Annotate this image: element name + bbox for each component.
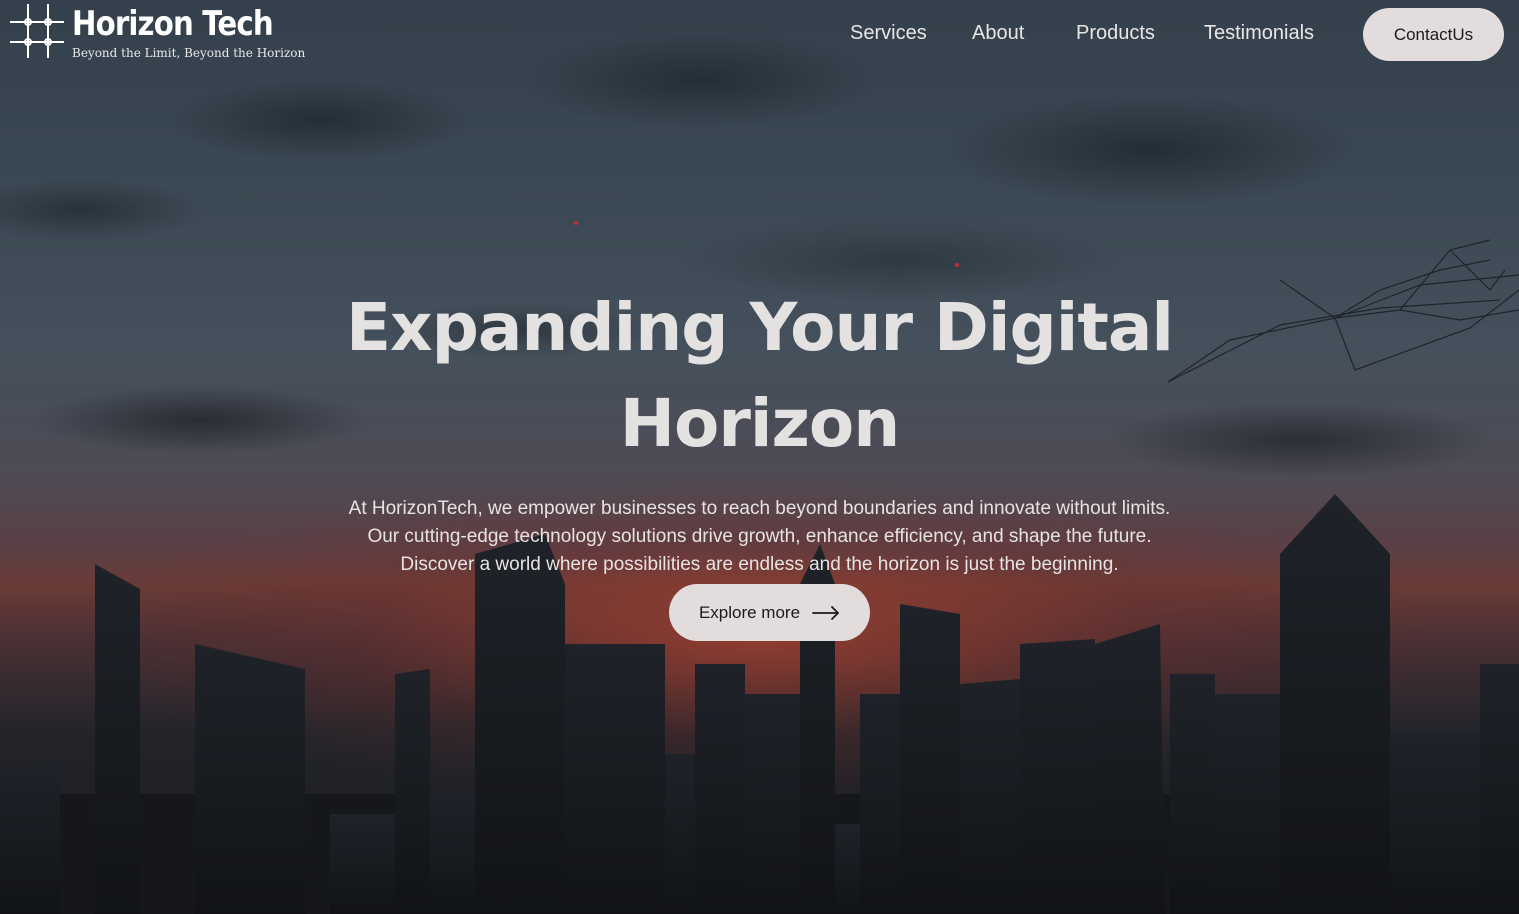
brand-name: Horizon Tech xyxy=(72,4,274,44)
hero-description: At HorizonTech, we empower businesses to… xyxy=(0,495,1519,579)
nav-link-products[interactable]: Products xyxy=(1076,20,1155,46)
navbar: Horizon Tech Beyond the Limit, Beyond th… xyxy=(0,0,1519,70)
hero-title-line-2: Horizon xyxy=(619,385,901,462)
explore-more-label: Explore more xyxy=(698,602,801,622)
contact-us-button[interactable]: ContactUs xyxy=(1363,8,1504,61)
brand-logo[interactable]: Horizon Tech Beyond the Limit, Beyond th… xyxy=(10,4,306,60)
arrow-right-icon xyxy=(812,605,839,620)
hero-description-line-2: Our cutting-edge technology solutions dr… xyxy=(367,526,1152,547)
brand-text: Horizon Tech Beyond the Limit, Beyond th… xyxy=(72,4,306,60)
hero-description-line-3: Discover a world where possibilities are… xyxy=(400,554,1119,575)
nav-link-services[interactable]: Services xyxy=(850,20,927,46)
nav-link-testimonials[interactable]: Testimonials xyxy=(1204,20,1314,46)
hero-title-line-1: Expanding Your Digital xyxy=(345,289,1174,366)
nav-link-about[interactable]: About xyxy=(972,20,1024,46)
explore-more-button[interactable]: Explore more xyxy=(669,584,870,641)
grid-logo-icon xyxy=(10,4,64,58)
hero-section: Horizon Tech Beyond the Limit, Beyond th… xyxy=(0,0,1519,914)
brand-tagline: Beyond the Limit, Beyond the Horizon xyxy=(72,46,306,60)
hero-title: Expanding Your Digital Horizon xyxy=(0,280,1519,472)
hero-description-line-1: At HorizonTech, we empower businesses to… xyxy=(348,498,1171,519)
